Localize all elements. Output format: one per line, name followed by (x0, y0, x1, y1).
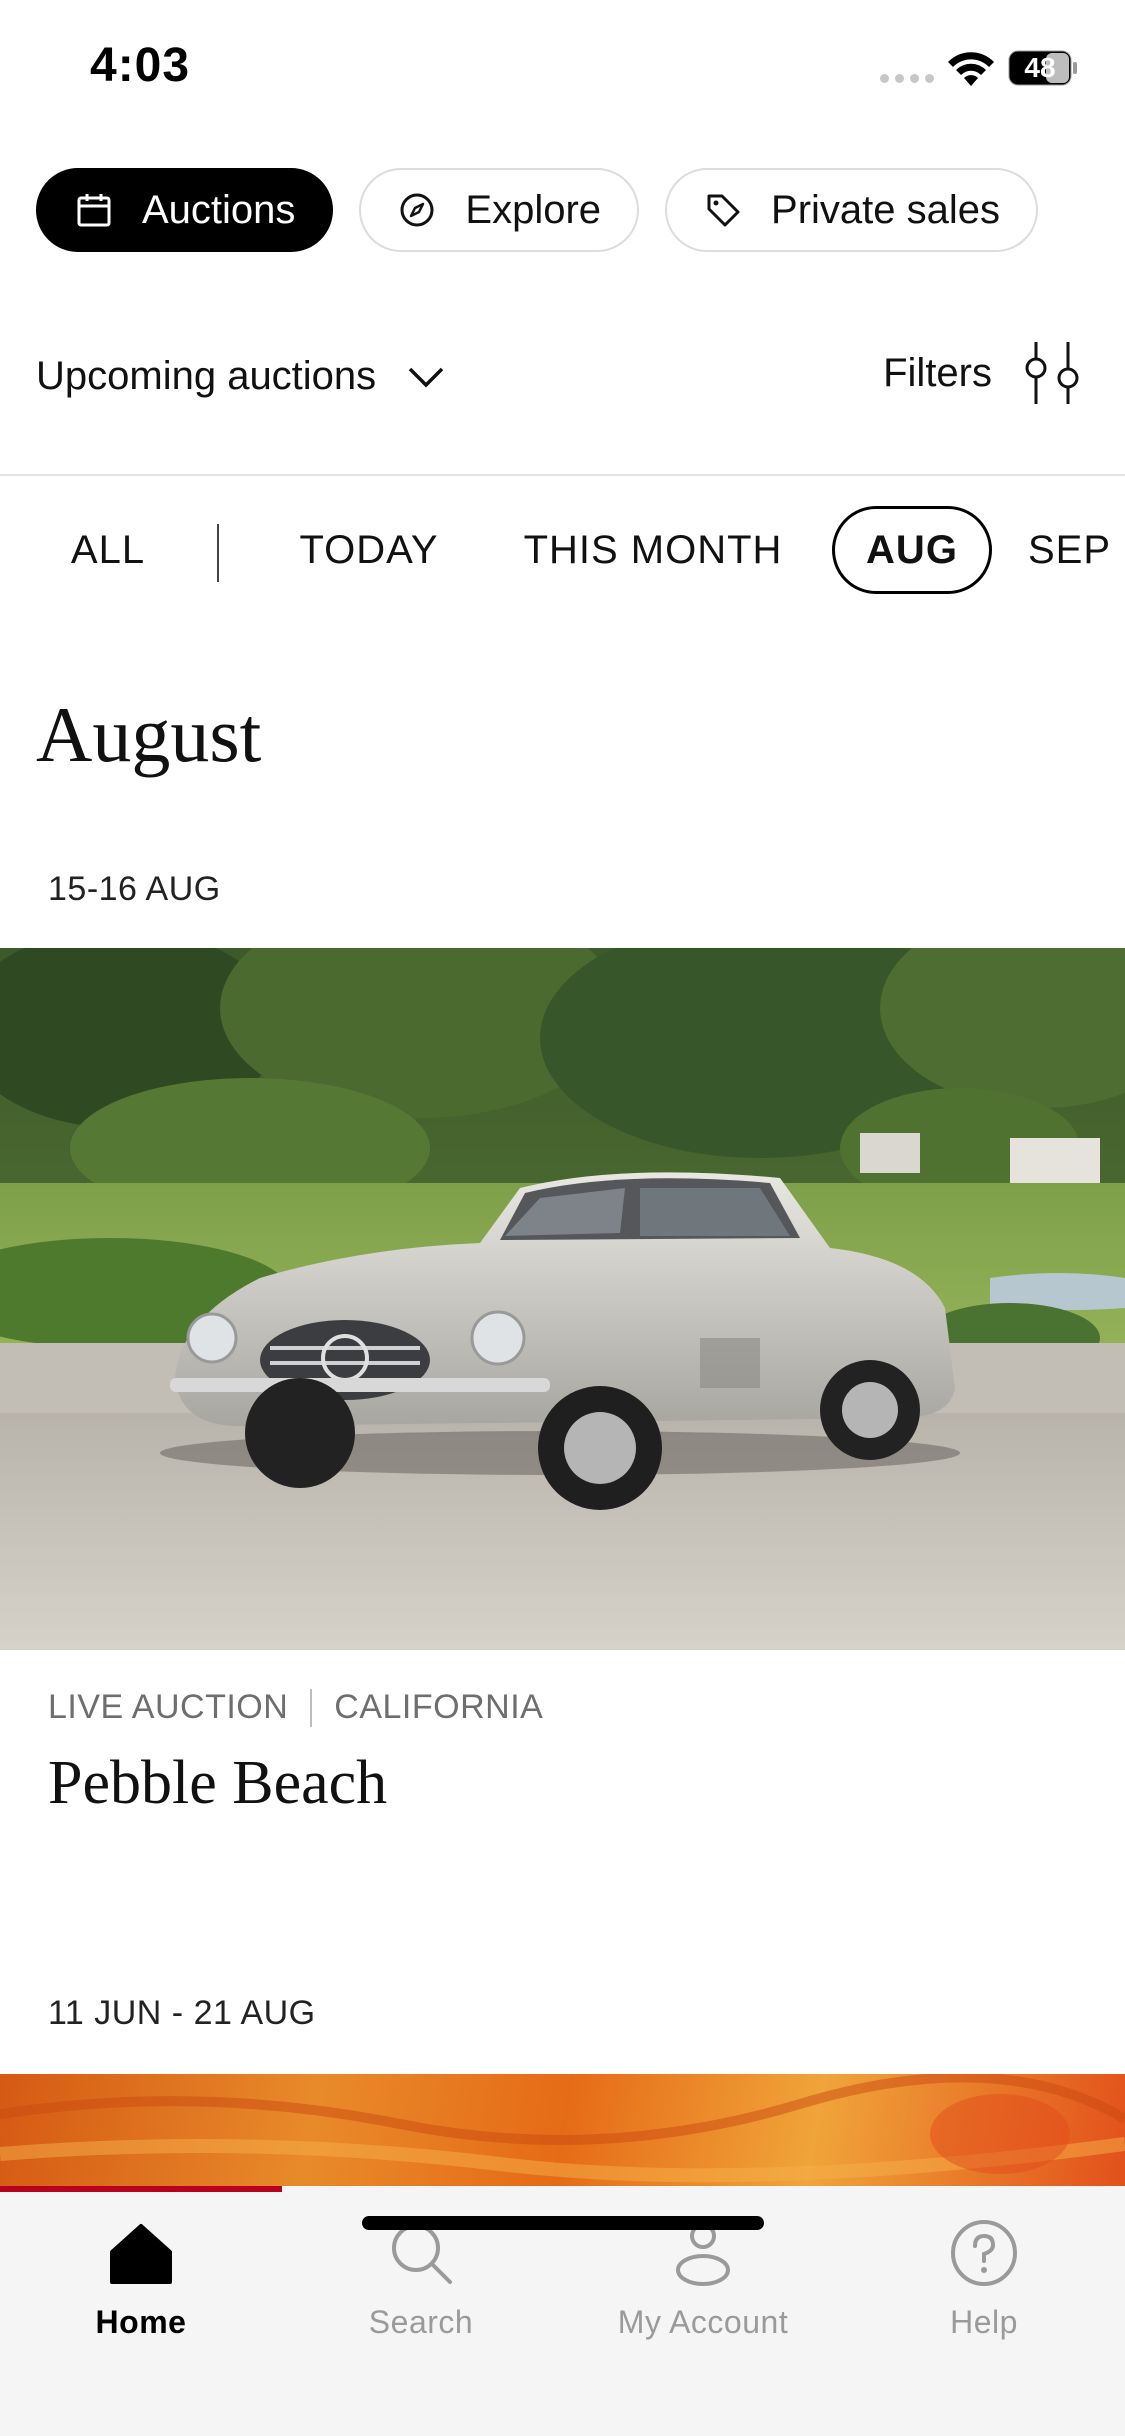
home-indicator (362, 2216, 764, 2230)
month-tab-aug[interactable]: AUG (832, 506, 992, 594)
orange-painting-photo (0, 2074, 1125, 2183)
status-bar: 4:03 48 (0, 0, 1125, 140)
battery-level: 48 (1024, 52, 1056, 83)
tag-icon (707, 194, 740, 227)
nav-search-label: Search (368, 2304, 474, 2340)
nav-home-label: Home (95, 2304, 187, 2340)
month-heading: August (36, 691, 262, 778)
car-photo (0, 948, 1125, 1650)
auction-date: 15-16 AUG (48, 870, 221, 908)
auction-title[interactable]: Pebble Beach (48, 1748, 387, 1819)
filters-button[interactable]: Filters (883, 340, 1086, 406)
month-tab-separator (217, 524, 219, 582)
auction-card-image[interactable] (0, 948, 1125, 1650)
wifi-icon (948, 52, 994, 86)
upcoming-auctions-dropdown[interactable]: Upcoming auctions (36, 354, 446, 399)
tab-explore[interactable]: Explore (359, 168, 640, 252)
auction-type: LIVE AUCTION (48, 1688, 289, 1726)
filters-label: Filters (883, 350, 992, 395)
meta-separator (310, 1688, 313, 1727)
help-icon (951, 2220, 1017, 2286)
status-time: 4:03 (90, 39, 191, 92)
tab-explore-label: Explore (465, 187, 602, 232)
auction-location: CALIFORNIA (334, 1688, 544, 1726)
calendar-icon (77, 194, 111, 227)
month-tab-sep[interactable]: SEP (1028, 506, 1125, 594)
auction-meta: LIVE AUCTION CALIFORNIA (48, 1688, 543, 1727)
nav-my-account[interactable]: My Account (562, 2210, 844, 2350)
tab-private-sales[interactable]: Private sales (665, 168, 1039, 252)
month-tab-today[interactable]: TODAY (278, 506, 460, 594)
nav-help[interactable]: Help (843, 2210, 1125, 2350)
nav-home[interactable]: Home (0, 2210, 282, 2350)
month-tab-all[interactable]: ALL (40, 506, 176, 594)
compass-icon (400, 193, 434, 227)
auction-card-image[interactable] (0, 2074, 1125, 2194)
chevron-down-icon (408, 367, 444, 387)
month-tab-this-month[interactable]: THIS MONTH (508, 506, 798, 594)
nav-my-account-label: My Account (617, 2304, 789, 2340)
tab-auctions[interactable]: Auctions (36, 168, 334, 252)
tab-auctions-label: Auctions (142, 187, 296, 232)
sliders-icon (1025, 342, 1079, 404)
top-tabs: Auctions Explore Private sales (36, 168, 1039, 252)
sort-label: Upcoming auctions (36, 354, 377, 398)
cellular-signal-icon (880, 74, 934, 83)
divider (0, 474, 1125, 476)
nav-help-label: Help (950, 2304, 1018, 2340)
nav-search[interactable]: Search (280, 2210, 562, 2350)
tab-private-sales-label: Private sales (771, 187, 1001, 232)
tab-indicator (0, 2186, 282, 2192)
auction-date: 11 JUN - 21 AUG (48, 1994, 316, 2032)
home-icon (110, 2224, 172, 2284)
sort-filter-row: Upcoming auctions Filters (36, 340, 1086, 420)
month-tabs: ALL TODAY THIS MONTH AUG SEP (0, 506, 1125, 598)
